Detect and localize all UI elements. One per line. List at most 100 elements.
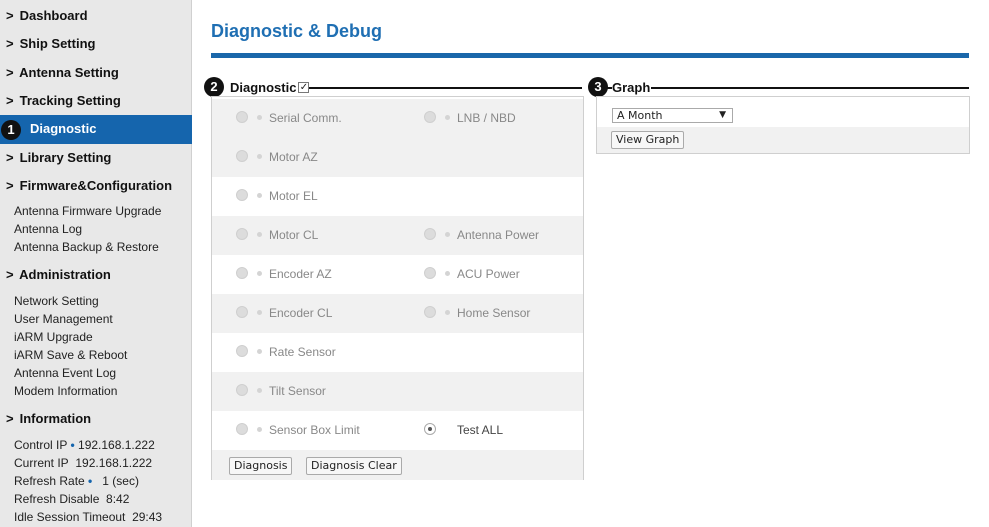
chevron-right-icon: > <box>6 65 14 80</box>
option-label: Rate Sensor <box>269 345 336 359</box>
option-label: Encoder AZ <box>269 267 332 281</box>
diagnostic-heading-label: Diagnostic <box>230 80 297 95</box>
radio-button[interactable] <box>424 306 436 319</box>
diag-row: Encoder AZ ACU Power <box>212 255 583 294</box>
info-idle-session-timeout: Idle Session Timeout 29:43 <box>14 508 162 526</box>
status-dot-icon <box>257 387 262 393</box>
option-serial-comm[interactable]: Serial Comm. <box>236 99 342 138</box>
chevron-right-icon: > <box>6 8 14 23</box>
link-antenna-log[interactable]: Antenna Log <box>14 220 82 238</box>
callout-badge-2: 2 <box>204 77 224 97</box>
info-label: Idle Session Timeout <box>14 510 126 524</box>
diag-row: Motor CL Antenna Power <box>212 216 583 255</box>
graph-heading-rule <box>651 87 969 89</box>
status-dot-icon <box>257 114 262 120</box>
option-antenna-power[interactable]: Antenna Power <box>424 216 539 255</box>
diagnosis-clear-button[interactable]: Diagnosis Clear <box>306 457 402 475</box>
status-dot-icon <box>257 270 262 276</box>
diag-row: Tilt Sensor <box>212 372 583 411</box>
title-underline <box>211 53 969 58</box>
diag-button-row: Diagnosis Diagnosis Clear <box>212 450 583 480</box>
option-sensor-box-limit[interactable]: Sensor Box Limit <box>236 411 360 450</box>
radio-button[interactable] <box>236 306 248 319</box>
nav-label: Information <box>19 411 92 426</box>
nav-ship-setting[interactable]: > Ship Setting <box>0 30 192 58</box>
radio-button[interactable] <box>236 384 248 397</box>
option-rate-sensor[interactable]: Rate Sensor <box>236 333 336 372</box>
diagnostic-checkbox[interactable]: ✓ <box>298 81 310 93</box>
link-user-management[interactable]: User Management <box>14 310 113 328</box>
option-acu-power[interactable]: ACU Power <box>424 255 520 294</box>
page-title: Diagnostic & Debug <box>211 21 383 41</box>
nav-firmware-configuration[interactable]: > Firmware&Configuration <box>0 172 192 200</box>
info-value: 192.168.1.222 <box>75 456 153 470</box>
option-label: Serial Comm. <box>269 111 342 125</box>
info-refresh-rate[interactable]: Refresh Rate • 1 (sec) <box>14 472 139 490</box>
option-motor-cl[interactable]: Motor CL <box>236 216 318 255</box>
radio-button[interactable] <box>236 267 248 280</box>
nav-tracking-setting[interactable]: > Tracking Setting <box>0 87 192 115</box>
option-encoder-az[interactable]: Encoder AZ <box>236 255 332 294</box>
status-dot-icon <box>257 426 262 432</box>
view-graph-button[interactable]: View Graph <box>611 131 685 149</box>
option-label: Sensor Box Limit <box>269 423 360 437</box>
radio-button[interactable] <box>424 111 436 124</box>
option-encoder-cl[interactable]: Encoder CL <box>236 294 332 333</box>
radio-button[interactable] <box>236 189 248 202</box>
radio-button[interactable] <box>236 150 248 163</box>
status-dot-icon <box>445 270 450 276</box>
sidebar: > Dashboard > Ship Setting > Antenna Set… <box>0 0 192 527</box>
nav-label: Administration <box>19 267 111 282</box>
radio-button[interactable] <box>236 111 248 124</box>
diag-row: Encoder CL Home Sensor <box>212 294 583 333</box>
diagnosis-button[interactable]: Diagnosis <box>229 457 293 475</box>
radio-button[interactable] <box>236 345 248 358</box>
radio-button[interactable] <box>236 228 248 241</box>
option-test-all[interactable]: Test ALL <box>424 411 503 450</box>
nav-library-setting[interactable]: > Library Setting <box>0 144 192 172</box>
nav-label: Diagnostic <box>30 121 97 136</box>
link-iarm-save-reboot[interactable]: iARM Save & Reboot <box>14 346 127 364</box>
link-antenna-firmware-upgrade[interactable]: Antenna Firmware Upgrade <box>14 202 161 220</box>
nav-diagnostic[interactable]: Diagnostic <box>0 115 192 144</box>
link-modem-information[interactable]: Modem Information <box>14 382 117 400</box>
chevron-right-icon: > <box>6 411 14 426</box>
dot-icon: • <box>88 474 93 488</box>
link-antenna-event-log[interactable]: Antenna Event Log <box>14 364 116 382</box>
radio-button-selected[interactable] <box>424 423 436 436</box>
callout-badge-1: 1 <box>1 120 21 140</box>
link-antenna-backup-restore[interactable]: Antenna Backup & Restore <box>14 238 159 256</box>
option-label: Tilt Sensor <box>269 384 326 398</box>
diag-row: Motor EL <box>212 177 583 216</box>
nav-information[interactable]: > Information <box>0 405 192 433</box>
graph-heading-rule-left <box>606 87 612 89</box>
chevron-right-icon: > <box>6 93 14 108</box>
status-dot-icon <box>257 153 262 159</box>
info-label: Refresh Rate <box>14 474 85 488</box>
nav-antenna-setting[interactable]: > Antenna Setting <box>0 59 192 87</box>
radio-button[interactable] <box>424 228 436 241</box>
period-select[interactable]: A Month ▼ <box>612 108 733 123</box>
nav-administration[interactable]: > Administration <box>0 261 192 289</box>
graph-panel: A Month ▼ View Graph <box>596 96 970 154</box>
link-network-setting[interactable]: Network Setting <box>14 292 99 310</box>
option-motor-el[interactable]: Motor EL <box>236 177 318 216</box>
diag-row: Serial Comm. LNB / NBD <box>212 99 583 138</box>
option-home-sensor[interactable]: Home Sensor <box>424 294 530 333</box>
info-refresh-disable[interactable]: Refresh Disable 8:42 <box>14 490 129 508</box>
diagnostic-heading: Diagnostic ✓ <box>230 79 310 97</box>
dot-icon: • <box>70 438 75 452</box>
nav-dashboard[interactable]: > Dashboard <box>0 2 192 30</box>
link-iarm-upgrade[interactable]: iARM Upgrade <box>14 328 93 346</box>
info-value: 1 (sec) <box>102 474 139 488</box>
radio-button[interactable] <box>236 423 248 436</box>
diag-row: Sensor Box Limit Test ALL <box>212 411 583 450</box>
radio-button[interactable] <box>424 267 436 280</box>
status-dot-icon <box>445 309 450 315</box>
option-motor-az[interactable]: Motor AZ <box>236 138 318 177</box>
option-label: Motor AZ <box>269 150 318 164</box>
diagnostic-panel: Serial Comm. LNB / NBD Motor AZ Motor EL… <box>211 96 584 480</box>
nav-label: Tracking Setting <box>19 93 121 108</box>
option-tilt-sensor[interactable]: Tilt Sensor <box>236 372 326 411</box>
option-lnb-nbd[interactable]: LNB / NBD <box>424 99 516 138</box>
